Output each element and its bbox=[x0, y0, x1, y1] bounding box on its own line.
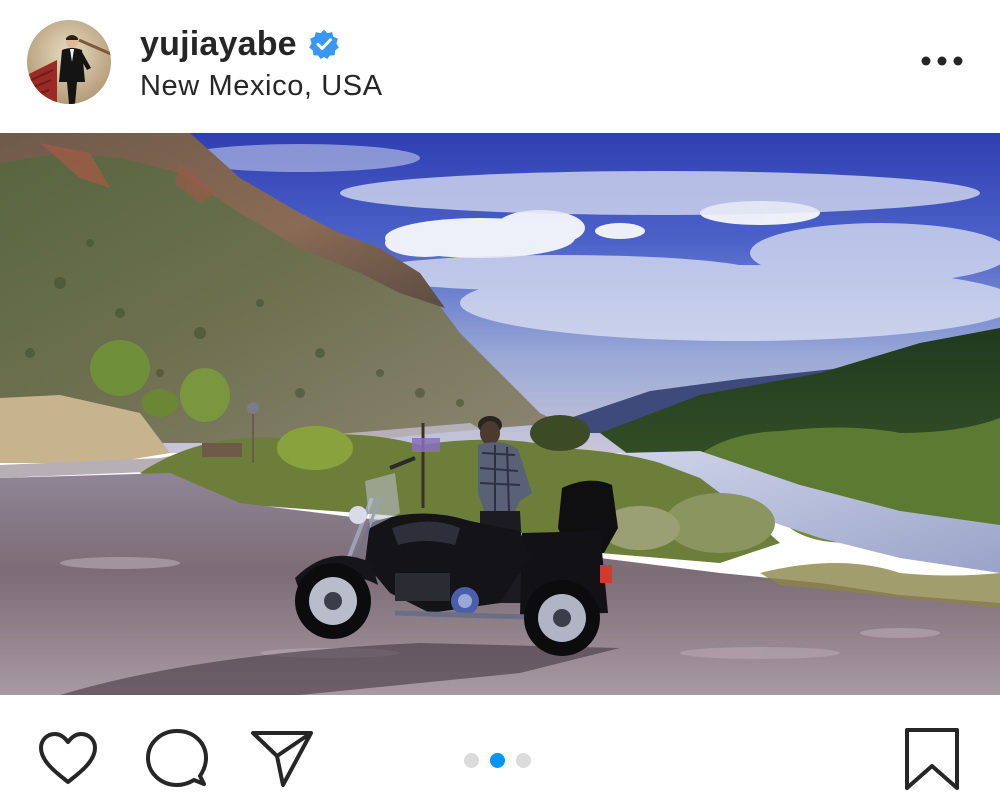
like-button[interactable] bbox=[37, 730, 99, 786]
username-row: yujiayabe bbox=[140, 22, 339, 66]
more-options-button[interactable] bbox=[912, 44, 972, 78]
comment-bubble-icon bbox=[146, 729, 208, 787]
bookmark-icon bbox=[905, 728, 959, 790]
landscape-photo-image bbox=[0, 133, 1000, 695]
share-button[interactable] bbox=[250, 730, 314, 788]
carousel-dot[interactable] bbox=[516, 752, 531, 768]
avatar-image bbox=[27, 20, 111, 104]
comment-button[interactable] bbox=[144, 728, 208, 788]
avatar[interactable] bbox=[27, 20, 111, 104]
carousel-dot-active[interactable] bbox=[490, 752, 505, 768]
post-photo[interactable] bbox=[0, 133, 1000, 695]
more-options-icon bbox=[921, 56, 963, 66]
save-button[interactable] bbox=[903, 727, 961, 791]
carousel-dot[interactable] bbox=[464, 752, 479, 768]
heart-icon bbox=[39, 732, 97, 784]
username-link[interactable]: yujiayabe bbox=[140, 25, 297, 64]
carousel-indicator bbox=[464, 751, 531, 769]
post-header: yujiayabe New Mexico, USA bbox=[0, 0, 1000, 133]
paper-plane-icon bbox=[251, 731, 313, 787]
verified-badge-icon bbox=[308, 29, 339, 59]
location-link[interactable]: New Mexico, USA bbox=[140, 70, 383, 103]
